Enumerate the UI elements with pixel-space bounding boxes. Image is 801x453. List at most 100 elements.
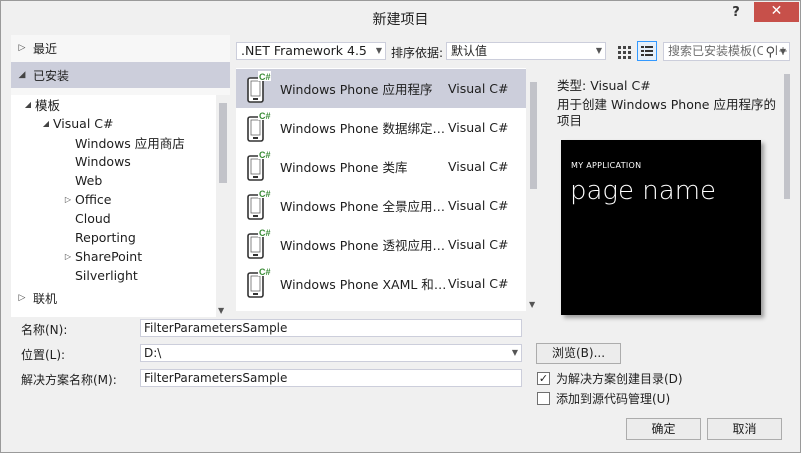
- help-button[interactable]: ?: [726, 3, 746, 23]
- location-input[interactable]: D:\ ▼: [140, 344, 522, 362]
- search-icon[interactable]: ⚲: [763, 44, 775, 60]
- cancel-button[interactable]: 取消: [707, 418, 782, 440]
- nav-installed[interactable]: ◢ 已安装: [11, 62, 230, 88]
- preview-app-title: MY APPLICATION: [571, 161, 642, 170]
- dropdown-arrow-icon[interactable]: ▼: [596, 43, 602, 59]
- template-name: Windows Phone XAML 和 Direct3D 应用程序: [280, 277, 448, 292]
- search-dropdown-arrow-icon[interactable]: ▼: [780, 43, 786, 60]
- template-description: 用于创建 Windows Phone 应用程序的项目: [557, 97, 776, 128]
- name-value: FilterParametersSample: [144, 321, 288, 335]
- list-view-icon: [641, 46, 653, 56]
- template-type: 类型: Visual C#: [557, 75, 651, 94]
- framework-dropdown[interactable]: .NET Framework 4.5 ▼: [236, 42, 386, 60]
- collapse-arrow-icon[interactable]: ◢: [39, 119, 53, 128]
- dropdown-arrow-icon[interactable]: ▼: [376, 43, 382, 59]
- collapse-arrow-icon[interactable]: ◢: [21, 100, 35, 109]
- details-scroll-thumb[interactable]: [784, 74, 790, 199]
- template-name: Windows Phone 类库: [280, 160, 408, 175]
- phone-project-icon: C#: [236, 108, 280, 147]
- grid-view-icon: [618, 46, 631, 59]
- solution-name-input[interactable]: FilterParametersSample: [140, 369, 522, 387]
- tree-scroll-thumb[interactable]: [219, 103, 227, 183]
- template-row[interactable]: C# Windows Phone 数据绑定应用程序Visual C#: [236, 108, 526, 147]
- svg-text:C#: C#: [259, 189, 271, 199]
- tree-item[interactable]: ▷ Office: [61, 190, 112, 209]
- template-language: Visual C#: [448, 237, 509, 252]
- expand-arrow-icon[interactable]: ▷: [11, 43, 33, 53]
- source-control-checkbox[interactable]: [537, 392, 550, 405]
- title-bar: 新建项目 ? ✕: [1, 1, 800, 35]
- tree-item-label: 模板: [35, 98, 61, 113]
- medium-icons-view-button[interactable]: [613, 41, 633, 61]
- ok-button[interactable]: 确定: [626, 418, 701, 440]
- search-templates-input[interactable]: 搜索已安装模板(Ctrl+E) ⚲ ▼: [663, 42, 790, 61]
- template-row[interactable]: C# Windows Phone 类库 Visual C#: [236, 147, 526, 186]
- type-label: 类型:: [557, 78, 587, 93]
- name-input[interactable]: FilterParametersSample: [140, 319, 522, 337]
- phone-project-icon: C#: [236, 225, 280, 264]
- template-list: C# Windows Phone 应用程序 Visual C# C# Windows P…: [236, 68, 541, 311]
- template-row[interactable]: C# Windows Phone 全景应用程序 Visual C#: [236, 186, 526, 225]
- create-directory-checkbox[interactable]: ✓: [537, 372, 550, 385]
- nav-recent-label: 最近: [33, 41, 58, 56]
- expand-arrow-icon[interactable]: ▷: [61, 195, 75, 204]
- template-language: Visual C#: [448, 159, 509, 174]
- tree-scrollbar[interactable]: ▼: [216, 95, 230, 317]
- details-scrollbar[interactable]: [781, 68, 793, 311]
- sort-dropdown[interactable]: 默认值 ▼: [446, 42, 606, 60]
- framework-value: .NET Framework 4.5: [241, 43, 367, 58]
- template-tree: ◢ 模板 ◢ Visual C# Windows 应用商店 Windows Web ▷ Offi…: [11, 95, 230, 317]
- location-label: 位置(L):: [21, 348, 66, 362]
- template-row[interactable]: C# Windows Phone XAML 和 Direct3D 应用程序Visu…: [236, 264, 526, 303]
- template-language: Visual C#: [448, 81, 509, 96]
- tree-item[interactable]: Silverlight: [61, 266, 138, 285]
- nav-recent[interactable]: ▷ 最近: [11, 35, 230, 61]
- tree-item-label: Windows: [75, 154, 131, 169]
- location-value: D:\: [144, 346, 162, 360]
- category-panel: ▷ 最近 ◢ 已安装 ◢ 模板 ◢ Visual C# Windows 应用商店 Wind…: [11, 35, 230, 317]
- template-name: Windows Phone 全景应用程序: [280, 199, 448, 214]
- tree-item-label: Web: [75, 173, 103, 188]
- template-details: 类型: Visual C# 用于创建 Windows Phone 应用程序的项目…: [549, 68, 800, 315]
- dropdown-arrow-icon[interactable]: ▼: [512, 345, 518, 361]
- solution-name-value: FilterParametersSample: [144, 371, 288, 385]
- nav-online[interactable]: ▷ 联机: [11, 285, 230, 311]
- collapse-arrow-icon[interactable]: ◢: [11, 70, 33, 80]
- template-preview-image: MY APPLICATION page name: [561, 140, 761, 315]
- tree-item[interactable]: ◢ 模板: [21, 95, 60, 114]
- tree-item-label: Visual C#: [53, 116, 114, 131]
- close-button[interactable]: ✕: [754, 2, 799, 22]
- tree-item[interactable]: Reporting: [61, 228, 136, 247]
- tree-item[interactable]: Windows 应用商店: [61, 133, 185, 152]
- browse-button[interactable]: 浏览(B)...: [536, 343, 621, 364]
- template-language: Visual C#: [448, 276, 509, 291]
- tree-item[interactable]: Windows: [61, 152, 131, 171]
- svg-text:C#: C#: [259, 72, 271, 82]
- new-project-dialog: 新建项目 ? ✕ ▷ 最近 ◢ 已安装 ◢ 模板 ◢ Visual C# Windows…: [0, 0, 801, 453]
- create-directory-option[interactable]: ✓ 为解决方案创建目录(D): [537, 370, 683, 387]
- expand-arrow-icon[interactable]: ▷: [11, 293, 33, 303]
- preview-page-title: page name: [570, 176, 717, 206]
- template-list-scrollbar[interactable]: ▼: [526, 68, 541, 311]
- tree-item[interactable]: ▷ SharePoint: [61, 247, 142, 266]
- phone-project-icon: C#: [236, 69, 280, 108]
- scroll-down-arrow-icon[interactable]: ▼: [529, 300, 535, 309]
- phone-project-icon: C#: [236, 264, 280, 303]
- tree-item[interactable]: ◢ Visual C#: [39, 114, 114, 133]
- template-list-scroll-thumb[interactable]: [530, 82, 537, 189]
- phone-project-icon: C#: [236, 147, 280, 186]
- svg-text:C#: C#: [259, 228, 271, 238]
- svg-text:C#: C#: [259, 111, 271, 121]
- template-language: Visual C#: [448, 198, 509, 213]
- template-row[interactable]: C# Windows Phone 应用程序 Visual C#: [236, 69, 526, 108]
- source-control-option[interactable]: 添加到源代码管理(U): [537, 390, 670, 407]
- list-view-button[interactable]: [637, 41, 657, 61]
- expand-arrow-icon[interactable]: ▷: [61, 252, 75, 261]
- tree-item[interactable]: Cloud: [61, 209, 111, 228]
- solution-name-label: 解决方案名称(M):: [21, 373, 117, 387]
- dialog-title: 新建项目: [372, 12, 429, 28]
- tree-item[interactable]: Web: [61, 171, 102, 190]
- tree-item-label: Silverlight: [75, 268, 138, 283]
- template-row[interactable]: C# Windows Phone 透视应用程序 Visual C#: [236, 225, 526, 264]
- tree-item-label: Windows 应用商店: [75, 136, 185, 151]
